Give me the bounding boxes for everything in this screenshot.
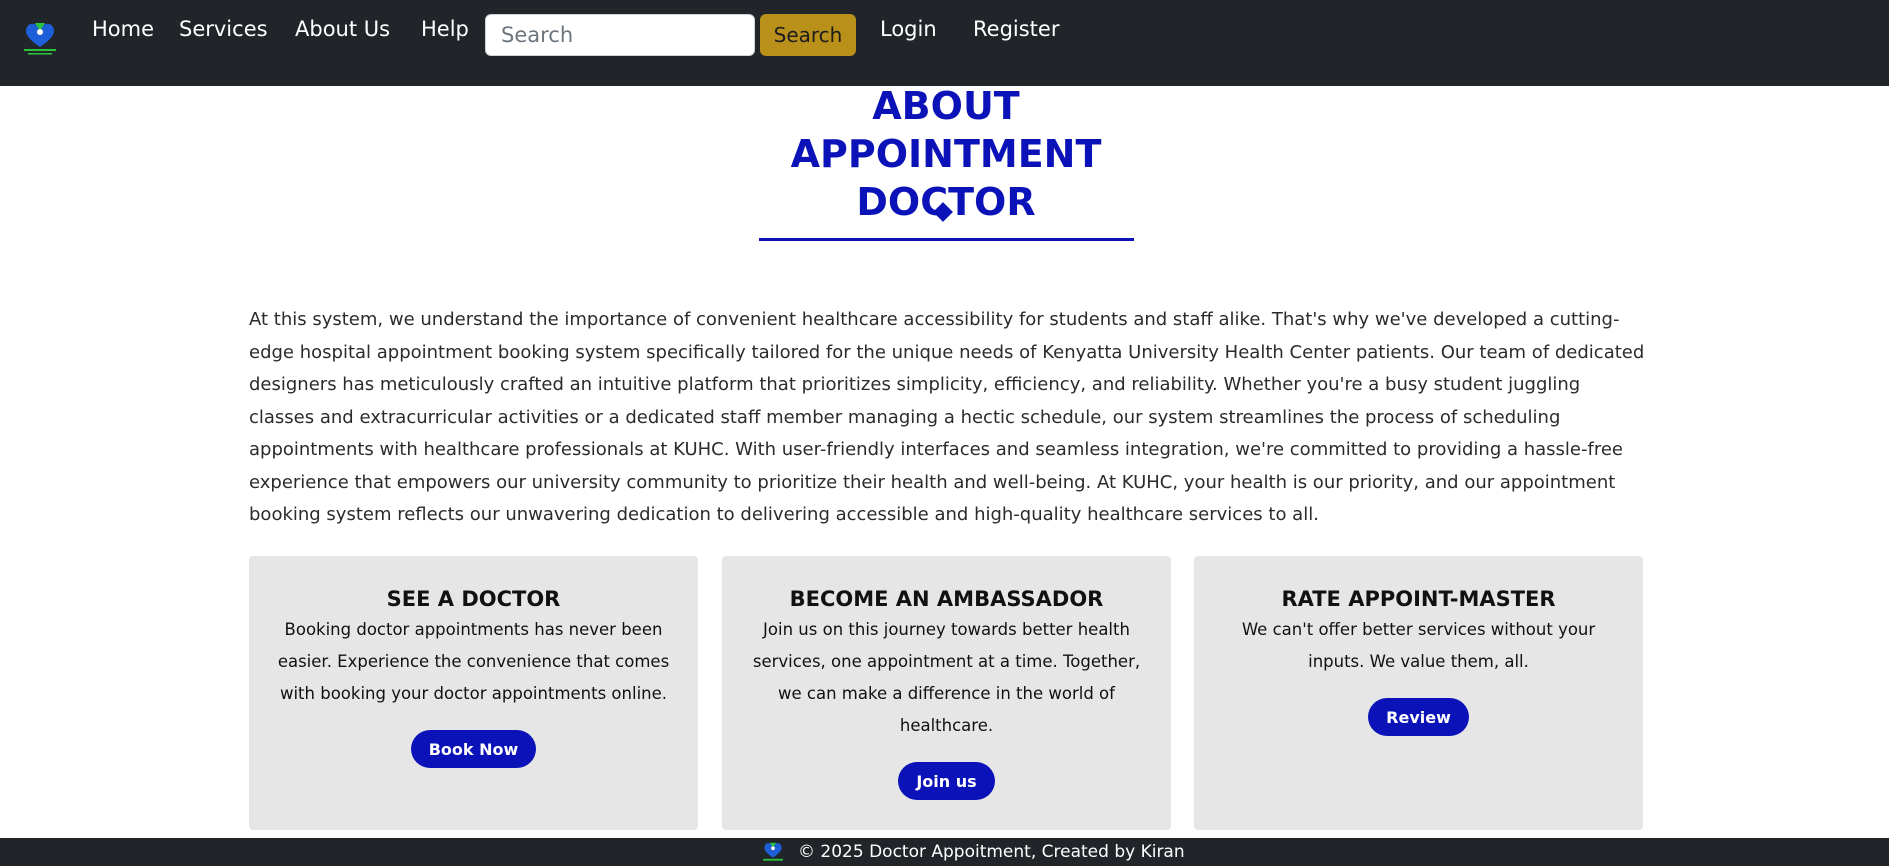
card-text: We can't offer better services without y… bbox=[1241, 620, 1596, 671]
nav-help-link[interactable]: Help bbox=[421, 16, 469, 42]
footer: © 2025 Doctor Appoitment, Created by Kir… bbox=[0, 838, 1889, 866]
doctor-heart-logo-icon[interactable] bbox=[18, 17, 62, 59]
register-link[interactable]: Register bbox=[973, 16, 1059, 42]
page-title-line: APPOINTMENT bbox=[790, 132, 1102, 176]
join-us-button[interactable]: Join us bbox=[898, 762, 995, 800]
doctor-heart-logo-icon bbox=[763, 842, 783, 861]
footer-content: © 2025 Doctor Appoitment, Created by Kir… bbox=[758, 838, 1185, 866]
navbar: Home Services About Us Help Search Login… bbox=[0, 0, 1889, 86]
book-now-button[interactable]: Book Now bbox=[410, 730, 537, 768]
nav-home-link[interactable]: Home bbox=[92, 16, 154, 42]
card-title: BECOME AN AMBASSADOR bbox=[789, 587, 1104, 611]
card-become-an-ambassador: BECOME AN AMBASSADOR Join us on this jou… bbox=[722, 556, 1171, 830]
nav-services-link[interactable]: Services bbox=[179, 16, 268, 42]
search-button[interactable]: Search bbox=[760, 14, 856, 56]
footer-copyright: © 2025 Doctor Appoitment, Created by Kir… bbox=[798, 842, 1185, 862]
search-input[interactable] bbox=[485, 14, 755, 56]
title-underline bbox=[759, 238, 1134, 241]
login-link[interactable]: Login bbox=[880, 16, 937, 42]
card-see-a-doctor: SEE A DOCTOR Booking doctor appointments… bbox=[249, 556, 698, 830]
card-title: SEE A DOCTOR bbox=[386, 587, 561, 611]
page-title-line: ABOUT bbox=[872, 84, 1020, 128]
card-title: RATE APPOINT-MASTER bbox=[1281, 587, 1556, 611]
nav-about-us-link[interactable]: About Us bbox=[295, 16, 390, 42]
card-text: Booking doctor appointments has never be… bbox=[277, 620, 670, 703]
card-text: Join us on this journey towards better h… bbox=[752, 620, 1141, 735]
about-intro-paragraph: At this system, we understand the import… bbox=[249, 309, 1645, 525]
card-rate-appoint-master: RATE APPOINT-MASTER We can't offer bette… bbox=[1194, 556, 1643, 830]
review-button[interactable]: Review bbox=[1368, 698, 1469, 736]
